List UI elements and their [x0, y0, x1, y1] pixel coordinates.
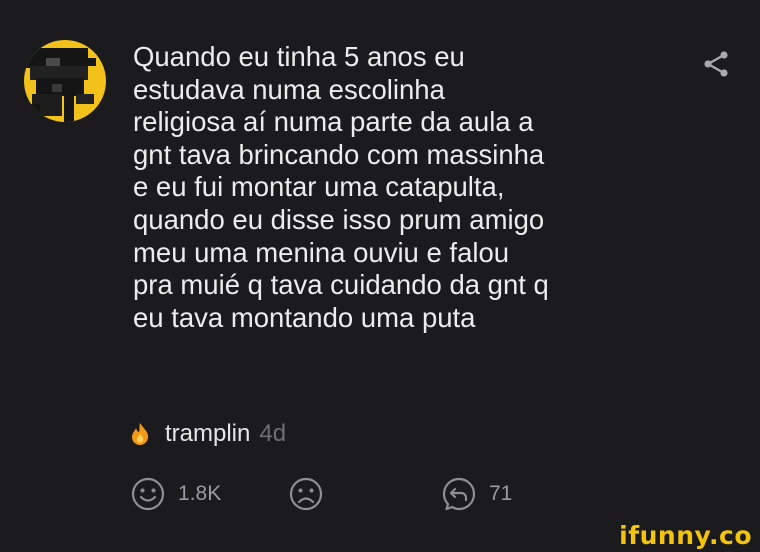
dislike-button[interactable]	[288, 474, 324, 514]
post-text: Quando eu tinha 5 anos eu estudava numa …	[133, 41, 549, 333]
flame-icon	[132, 423, 149, 445]
share-icon	[704, 51, 728, 77]
smile-icon	[131, 477, 165, 511]
avatar[interactable]	[24, 40, 106, 122]
avatar-image	[24, 40, 106, 122]
like-button[interactable]: 1.8K	[130, 474, 221, 514]
share-button[interactable]	[700, 50, 732, 78]
author-username[interactable]: tramplin	[165, 420, 250, 448]
frown-icon	[289, 477, 323, 511]
reply-button[interactable]: 71	[441, 474, 512, 514]
author-row: tramplin 4d	[130, 416, 286, 452]
like-count: 1.8K	[178, 482, 222, 505]
reply-count: 71	[489, 482, 513, 505]
watermark-logo: ifunny.co	[619, 521, 752, 550]
reply-icon	[442, 477, 476, 511]
post-timestamp: 4d	[259, 420, 287, 447]
